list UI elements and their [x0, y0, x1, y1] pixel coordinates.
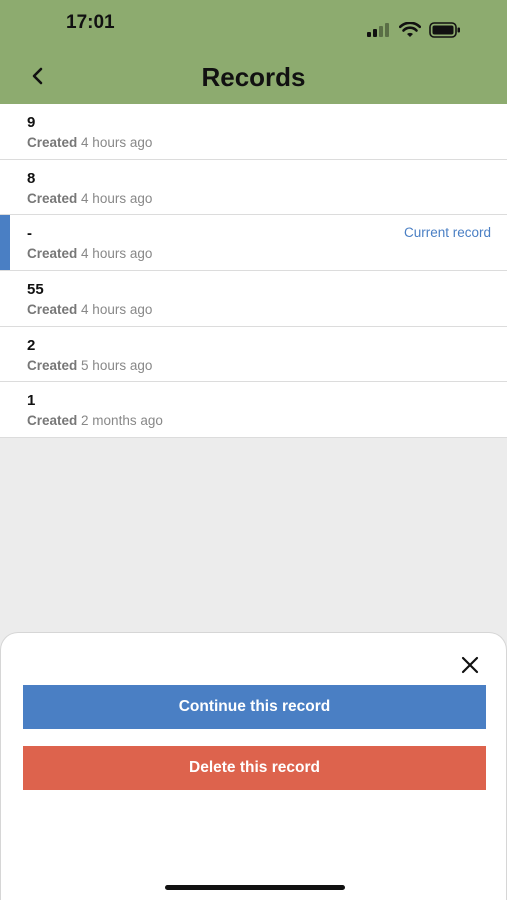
record-name: -: [27, 225, 32, 243]
record-row-55[interactable]: 55 Created 4 hours ago: [0, 271, 507, 327]
created-time: 4 hours ago: [81, 246, 153, 262]
record-name: 9: [27, 114, 36, 131]
record-created: Created 2 months ago: [27, 413, 163, 428]
page-title: Records: [201, 62, 306, 92]
created-time: 4 hours ago: [81, 190, 153, 206]
record-created: Created 4 hours ago: [27, 135, 152, 150]
created-label: Created: [27, 135, 78, 150]
record-row-current[interactable]: - Current record Created 4 hours ago: [0, 215, 507, 272]
record-name: 8: [27, 169, 36, 187]
record-name: 1: [27, 392, 36, 410]
home-indicator: [165, 885, 345, 890]
wifi-icon: [398, 21, 422, 43]
record-name: 55: [27, 281, 44, 299]
status-time: 17:01: [66, 12, 115, 33]
record-created: Created 4 hours ago: [27, 191, 152, 206]
created-label: Created: [27, 413, 78, 429]
record-row-8[interactable]: 8 Created 4 hours ago: [0, 159, 507, 216]
record-created: Created 5 hours ago: [27, 358, 152, 373]
close-button[interactable]: [458, 653, 482, 677]
created-label: Created: [27, 357, 78, 373]
delete-record-button[interactable]: Delete this record: [23, 746, 486, 790]
record-name: 2: [27, 336, 36, 354]
created-time: 2 months ago: [81, 413, 163, 429]
records-list: 9 Created 4 hours ago 8 Created 4 hours …: [0, 104, 507, 439]
record-row-2[interactable]: 2 Created 5 hours ago: [0, 326, 507, 383]
cellular-signal-icon: [367, 22, 391, 42]
created-time: 5 hours ago: [81, 357, 153, 373]
created-time: 4 hours ago: [81, 135, 153, 150]
close-icon: [458, 656, 482, 681]
created-label: Created: [27, 302, 78, 318]
current-record-badge: Current record: [403, 225, 491, 241]
app-header: 17:01 Records: [0, 0, 507, 104]
record-row-1[interactable]: 1 Created 2 months ago: [0, 382, 507, 439]
created-label: Created: [27, 246, 78, 262]
continue-record-button[interactable]: Continue this record: [23, 685, 486, 729]
created-label: Created: [27, 190, 78, 206]
record-row-9[interactable]: 9 Created 4 hours ago: [0, 104, 507, 160]
record-created: Created 4 hours ago: [27, 246, 152, 261]
status-icons: [367, 21, 461, 43]
created-time: 4 hours ago: [81, 302, 153, 318]
battery-icon: [429, 21, 461, 43]
action-sheet: Continue this record Delete this record: [0, 632, 507, 900]
record-created: Created 4 hours ago: [27, 302, 152, 317]
